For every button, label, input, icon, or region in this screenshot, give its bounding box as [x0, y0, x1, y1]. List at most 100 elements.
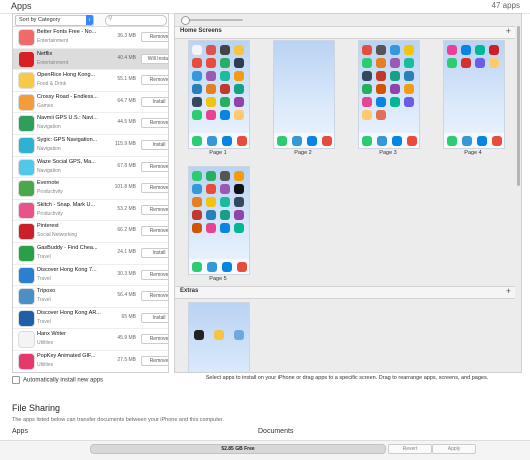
- app-icon[interactable]: [206, 210, 216, 220]
- app-icon[interactable]: [192, 110, 202, 120]
- app-icon[interactable]: [220, 171, 230, 181]
- home-screen-page[interactable]: [188, 166, 250, 275]
- app-icon[interactable]: [192, 210, 202, 220]
- app-icon[interactable]: [206, 110, 216, 120]
- app-icon[interactable]: [220, 58, 230, 68]
- scrollbar[interactable]: [516, 26, 521, 186]
- list-item[interactable]: Hanx Writer Utilities 45.9 MB Remove: [13, 329, 168, 351]
- dock-icon[interactable]: [361, 135, 372, 146]
- app-icon[interactable]: [461, 58, 471, 68]
- dock-icon[interactable]: [191, 135, 202, 146]
- app-icon[interactable]: [362, 58, 372, 68]
- app-icon[interactable]: [192, 45, 202, 55]
- app-action-button[interactable]: Remove: [141, 118, 168, 129]
- app-icon[interactable]: [489, 58, 499, 68]
- revert-button[interactable]: Revert: [388, 444, 432, 454]
- app-icon[interactable]: [376, 84, 386, 94]
- dock-icon[interactable]: [276, 135, 287, 146]
- extras-screen[interactable]: [188, 302, 250, 372]
- dock-icon[interactable]: [476, 135, 487, 146]
- add-page-button[interactable]: +: [506, 26, 511, 36]
- dock-icon[interactable]: [236, 261, 247, 272]
- app-icon[interactable]: [404, 58, 414, 68]
- app-icon[interactable]: [220, 45, 230, 55]
- dock-icon[interactable]: [406, 135, 417, 146]
- list-item[interactable]: OpenRice Hong Kong... Food & Drink 55.1 MB…: [13, 70, 168, 92]
- list-item[interactable]: PopKey Animated GIF... Utilities 27.5 MB Re…: [13, 351, 168, 372]
- app-action-button[interactable]: Remove: [141, 32, 168, 42]
- app-icon[interactable]: [192, 97, 202, 107]
- app-action-button[interactable]: Install: [141, 247, 168, 258]
- app-icon[interactable]: [206, 58, 216, 68]
- app-icon[interactable]: [192, 84, 202, 94]
- app-icon[interactable]: [192, 71, 202, 81]
- app-icon[interactable]: [390, 97, 400, 107]
- home-screen-page[interactable]: [188, 40, 250, 149]
- list-item[interactable]: GasBuddy - Find Chea... Travel 24.1 MB Inst…: [13, 243, 168, 265]
- dock-icon[interactable]: [376, 135, 387, 146]
- home-screen-page[interactable]: [273, 40, 335, 149]
- app-icon[interactable]: [220, 97, 230, 107]
- app-icon[interactable]: [192, 223, 202, 233]
- zoom-slider-knob[interactable]: [181, 16, 190, 25]
- app-icon[interactable]: [390, 84, 400, 94]
- app-icon[interactable]: [206, 184, 216, 194]
- app-action-button[interactable]: Will Install: [141, 53, 168, 64]
- app-icon[interactable]: [362, 84, 372, 94]
- app-icon[interactable]: [390, 45, 400, 55]
- app-icon[interactable]: [220, 210, 230, 220]
- app-icon[interactable]: [220, 110, 230, 120]
- app-icon[interactable]: [234, 97, 244, 107]
- scrollbar-thumb[interactable]: [517, 26, 520, 186]
- app-icon[interactable]: [220, 184, 230, 194]
- app-icon[interactable]: [362, 71, 372, 81]
- app-icon[interactable]: [404, 71, 414, 81]
- app-action-button[interactable]: Remove: [141, 226, 168, 237]
- app-icon[interactable]: [234, 45, 244, 55]
- app-icon[interactable]: [489, 45, 499, 55]
- add-extras-button[interactable]: +: [506, 286, 511, 296]
- app-icon[interactable]: [234, 58, 244, 68]
- app-icon[interactable]: [475, 45, 485, 55]
- list-item[interactable]: Crossy Road - Endless... Games 64.7 MB Inst…: [13, 92, 168, 114]
- dock-icon[interactable]: [321, 135, 332, 146]
- app-icon[interactable]: [362, 97, 372, 107]
- app-icon[interactable]: [234, 184, 244, 194]
- list-item[interactable]: Sygic: GPS Navigation... Navigation 115.9 …: [13, 135, 168, 157]
- app-icon[interactable]: [234, 197, 244, 207]
- list-item[interactable]: Navmii GPS U.S.: Navi... Navigation 44.5 M…: [13, 113, 168, 135]
- home-screen-page[interactable]: [443, 40, 505, 149]
- app-icon[interactable]: [376, 58, 386, 68]
- app-icon[interactable]: [362, 110, 372, 120]
- app-icon[interactable]: [234, 84, 244, 94]
- list-item[interactable]: Custom Keyboard for i...Utilities34.9 MB…: [13, 373, 168, 374]
- list-item[interactable]: Pinterest Social Networking 66.2 MB Remove: [13, 221, 168, 243]
- app-icon[interactable]: [206, 223, 216, 233]
- app-icon[interactable]: [220, 197, 230, 207]
- list-item[interactable]: Netflix Entertainment 40.4 MB Will Install: [13, 48, 168, 71]
- app-icon[interactable]: [404, 84, 414, 94]
- apply-button[interactable]: Apply: [432, 444, 476, 454]
- app-icon[interactable]: [234, 210, 244, 220]
- app-icon[interactable]: [220, 84, 230, 94]
- app-icon[interactable]: [192, 58, 202, 68]
- search-input[interactable]: ⚲: [105, 15, 167, 26]
- app-icon[interactable]: [234, 71, 244, 81]
- app-icon[interactable]: [234, 171, 244, 181]
- app-icon[interactable]: [206, 71, 216, 81]
- app-action-button[interactable]: Remove: [141, 183, 168, 194]
- app-icon[interactable]: [234, 110, 244, 120]
- app-icon[interactable]: [192, 184, 202, 194]
- dock-icon[interactable]: [391, 135, 402, 146]
- dock-icon[interactable]: [291, 135, 302, 146]
- app-icon[interactable]: [390, 71, 400, 81]
- app-icon[interactable]: [220, 71, 230, 81]
- app-icon[interactable]: [376, 110, 386, 120]
- dock-icon[interactable]: [221, 261, 232, 272]
- list-item[interactable]: Triposo Travel 56.4 MB Remove: [13, 286, 168, 308]
- list-item[interactable]: Waze Social GPS, Ma... Navigation 67.8 MB R…: [13, 157, 168, 179]
- dock-icon[interactable]: [206, 135, 217, 146]
- app-icon[interactable]: [206, 171, 216, 181]
- dock-icon[interactable]: [191, 261, 202, 272]
- zoom-slider[interactable]: [181, 16, 243, 25]
